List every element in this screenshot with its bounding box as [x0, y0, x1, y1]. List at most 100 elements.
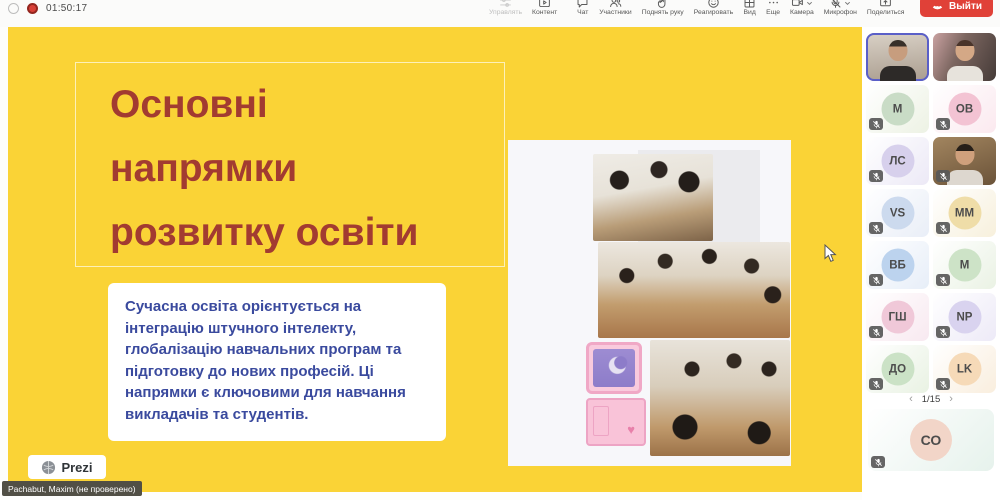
mic-off-icon	[829, 0, 851, 7]
participant-initials: ГШ	[881, 301, 914, 334]
participants-grid: М ОВ ЛС VS ММ ВБ М ГШ NP ДО LK	[866, 33, 996, 393]
toolbar-label: Камера	[790, 9, 814, 16]
prezi-globe-icon	[41, 460, 56, 475]
mic-muted-icon	[936, 222, 950, 234]
participant-face	[955, 144, 974, 165]
participant-face	[955, 40, 974, 61]
participant-tile[interactable]: ЛС	[866, 137, 929, 185]
record-icon	[27, 3, 38, 14]
participant-face	[888, 40, 907, 61]
toolbar-participants-button[interactable]: Участники	[594, 0, 636, 16]
more-icon	[767, 0, 780, 7]
mouse-cursor	[824, 244, 838, 263]
computer-screen-moon	[593, 349, 635, 387]
participant-shoulders	[880, 66, 916, 81]
classroom-photo-1	[593, 154, 713, 241]
raise-hand-icon	[656, 0, 669, 7]
toolbar-chat-button[interactable]: Чат	[571, 0, 594, 16]
participant-shoulders	[947, 170, 983, 185]
toolbar-react-button[interactable]: Реагировать	[689, 0, 738, 16]
prezi-label: Prezi	[61, 460, 92, 475]
content-icon	[538, 0, 551, 7]
spinner-icon	[8, 3, 19, 14]
participant-initials: LK	[948, 353, 981, 386]
toolbar-share-button[interactable]: Поделиться	[862, 0, 910, 16]
mic-muted-icon	[871, 456, 885, 468]
participant-initials: VS	[881, 197, 914, 230]
participant-tile[interactable]: М	[866, 85, 929, 133]
toolbar-manage-button[interactable]: Управлять	[484, 0, 527, 16]
phone-icon	[931, 0, 944, 13]
timer-text: 01:50:17	[46, 3, 87, 14]
participant-tile[interactable]: ДО	[866, 345, 929, 393]
participant-initials: М	[948, 249, 981, 282]
participants-icon	[609, 0, 622, 7]
toolbar-label: Контент	[532, 9, 557, 16]
participant-tile[interactable]: ГШ	[866, 293, 929, 341]
pager-next-button[interactable]: ›	[949, 394, 953, 404]
mic-muted-icon	[936, 170, 950, 182]
slide-title: Основні напрямки розвитку освіти	[110, 73, 419, 265]
toolbar-label: Участники	[599, 9, 631, 16]
participant-video-tile[interactable]	[933, 33, 996, 81]
participant-video-tile[interactable]	[933, 137, 996, 185]
mic-muted-icon	[869, 378, 883, 390]
participant-initials: ОВ	[948, 93, 981, 126]
participant-tile[interactable]: LK	[933, 345, 996, 393]
toolbar-items: Управлять Контент Чат Участники Поднять руку…	[484, 0, 909, 27]
toolbar-more-button[interactable]: Еще	[761, 0, 785, 16]
self-tile[interactable]: СО	[868, 409, 994, 471]
prezi-logo[interactable]: Prezi	[28, 455, 106, 479]
share-icon	[879, 0, 892, 7]
classroom-photo-3	[650, 340, 790, 456]
participant-shoulders	[947, 66, 983, 81]
toolbar-label: Чат	[577, 9, 588, 16]
participant-initials: ВБ	[881, 249, 914, 282]
mic-muted-icon	[869, 222, 883, 234]
participant-tile[interactable]: ОВ	[933, 85, 996, 133]
photo-panel	[508, 140, 791, 466]
participant-initials: ММ	[948, 197, 981, 230]
toolbar-view-button[interactable]: Вид	[738, 0, 761, 16]
mic-muted-icon	[936, 118, 950, 130]
participant-tile[interactable]: ВБ	[866, 241, 929, 289]
leave-button[interactable]: Выйти	[920, 0, 993, 17]
participant-tile[interactable]: ММ	[933, 189, 996, 237]
toolbar-label: Микрофон	[824, 9, 857, 16]
pink-computer-illustration	[586, 342, 648, 454]
mic-muted-icon	[869, 118, 883, 130]
leave-label: Выйти	[949, 1, 982, 12]
toolbar-camera-button[interactable]: Камера	[785, 0, 819, 16]
participants-pager: ‹ 1/15 ›	[866, 392, 996, 406]
toolbar-label: Поделиться	[867, 9, 905, 16]
toolbar-content-button[interactable]: Контент	[527, 0, 562, 16]
toolbar-mic-off-button[interactable]: Микрофон	[819, 0, 862, 16]
classroom-photo-2	[598, 242, 790, 338]
participant-initials: ЛС	[881, 145, 914, 178]
participant-tile[interactable]: VS	[866, 189, 929, 237]
toolbar-label: Поднять руку	[642, 9, 684, 16]
computer-keyboard	[586, 398, 646, 446]
slide-text-card: Сучасна освіта орієнтується на інтеграці…	[108, 283, 446, 441]
participant-initials: М	[881, 93, 914, 126]
mic-muted-icon	[869, 170, 883, 182]
mic-muted-icon	[936, 326, 950, 338]
presenter-tooltip: Pachabut, Maxim (не проверено)	[2, 481, 142, 496]
presentation-slide: Основні напрямки розвитку освіти Сучасна…	[8, 27, 862, 492]
mic-muted-icon	[869, 326, 883, 338]
react-icon	[707, 0, 720, 7]
participant-tile[interactable]: М	[933, 241, 996, 289]
computer-monitor	[586, 342, 642, 394]
toolbar-label: Управлять	[489, 9, 522, 16]
chat-icon	[576, 0, 589, 7]
participant-tile[interactable]: NP	[933, 293, 996, 341]
toolbar-label: Вид	[744, 9, 756, 16]
pager-prev-button[interactable]: ‹	[909, 394, 913, 404]
toolbar-raise-hand-button[interactable]: Поднять руку	[637, 0, 689, 16]
self-initials: СО	[910, 419, 952, 461]
participant-video-tile[interactable]	[866, 33, 929, 81]
mic-muted-icon	[936, 274, 950, 286]
participant-initials: ДО	[881, 353, 914, 386]
toolbar-label: Реагировать	[694, 9, 733, 16]
participant-initials: NP	[948, 301, 981, 334]
